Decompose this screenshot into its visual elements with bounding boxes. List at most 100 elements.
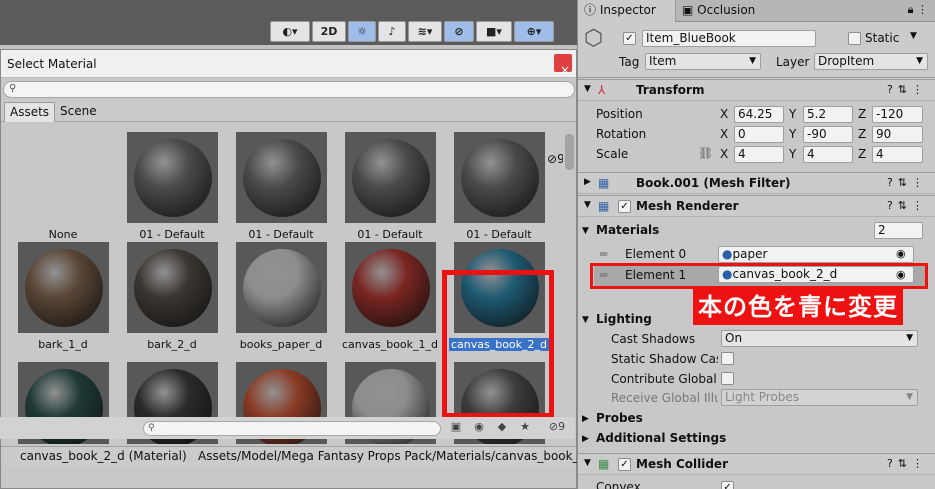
editor-root: ◐▾ 2D ☼ ♪ ≋▾ ⊘ ■▾ ⊕▾ Select Material × ⚲… bbox=[0, 0, 935, 489]
convex-checkbox[interactable]: ✓ bbox=[721, 481, 734, 489]
rotation-x-field[interactable]: 0 bbox=[734, 126, 784, 143]
rotation-x-label: X bbox=[720, 127, 729, 141]
draw-mode-button[interactable]: ◐▾ bbox=[270, 21, 310, 42]
label-filter-icon[interactable]: ◆ bbox=[493, 420, 511, 436]
static-dropdown-icon[interactable]: ▼ bbox=[910, 31, 917, 41]
panel-menu-icon[interactable]: 🔒︎ ⋮ bbox=[908, 3, 928, 17]
position-y-field[interactable]: 5.2 bbox=[803, 106, 853, 123]
foldout-open-icon: ▼ bbox=[584, 200, 591, 210]
static-shadow-label: Static Shadow Cas bbox=[611, 352, 718, 366]
eye-hidden-icon: ⊘ bbox=[454, 25, 464, 38]
tab-assets[interactable]: Assets bbox=[4, 102, 56, 122]
lighting-label: Lighting bbox=[596, 312, 652, 326]
grid-scrollbar[interactable] bbox=[563, 124, 576, 444]
foldout-closed-icon[interactable]: ▶ bbox=[582, 414, 589, 424]
static-label: Static bbox=[865, 31, 900, 45]
foldout-closed-icon[interactable]: ▶ bbox=[582, 434, 589, 444]
rotation-z-field[interactable]: 90 bbox=[872, 126, 923, 143]
contribute-gi-checkbox[interactable] bbox=[721, 372, 734, 385]
globe-icon: ⊕▾ bbox=[526, 25, 542, 38]
component-menu-icons[interactable]: ?⇅⋮ bbox=[887, 176, 928, 189]
rotation-z-label: Z bbox=[858, 127, 867, 141]
layer-dropdown[interactable]: DropItem ▼ bbox=[814, 53, 928, 70]
hidden-count-toggle[interactable]: ⊘9 bbox=[540, 420, 574, 436]
tab-inspector[interactable]: ⓘ Inspector bbox=[578, 0, 676, 22]
info-icon: ⓘ bbox=[584, 3, 600, 17]
scene-visibility-button[interactable]: ⊘ bbox=[444, 21, 474, 42]
tab-scene[interactable]: Scene bbox=[55, 102, 102, 122]
constrain-proportions-icon[interactable]: ⛓ bbox=[698, 146, 713, 160]
search-filter-icon[interactable]: ▣ bbox=[447, 420, 465, 436]
mesh-collider-title: Mesh Collider bbox=[636, 457, 728, 471]
tag-label: Tag bbox=[619, 55, 640, 69]
element0-value: paper bbox=[732, 247, 768, 261]
lightbulb-icon: ☼ bbox=[357, 25, 367, 38]
position-x-field[interactable]: 64.25 bbox=[734, 106, 784, 123]
active-checkbox[interactable]: ✓ bbox=[623, 32, 636, 45]
component-menu-icons[interactable]: ?⇅⋮ bbox=[887, 457, 928, 470]
element0-field[interactable]: ●paper bbox=[718, 246, 914, 263]
materials-count-field[interactable]: 2 bbox=[874, 222, 923, 239]
tag-dropdown[interactable]: Item ▼ bbox=[645, 53, 761, 70]
foldout-open-icon[interactable]: ▼ bbox=[582, 226, 589, 236]
scale-y-field[interactable]: 4 bbox=[803, 146, 853, 163]
receive-gi-label: Receive Global Illu bbox=[611, 391, 718, 405]
foldout-open-icon[interactable]: ▼ bbox=[582, 315, 589, 325]
mesh-filter-header[interactable]: ▶ ▦ Book.001 (Mesh Filter) ?⇅⋮ bbox=[578, 172, 935, 194]
position-z-field[interactable]: -120 bbox=[872, 106, 923, 123]
material-search-input[interactable]: ⚲ bbox=[3, 81, 575, 98]
mesh-collider-header[interactable]: ▼ ▦ ✓ Mesh Collider ?⇅⋮ bbox=[578, 453, 935, 475]
type-filter-icon[interactable]: ◉ bbox=[470, 420, 488, 436]
material-thumbnail bbox=[454, 132, 545, 223]
object-picker-icon[interactable]: ◉ bbox=[896, 247, 906, 260]
object-name-field[interactable]: Item_BlueBook bbox=[642, 30, 816, 47]
transform-icon: ⅄ bbox=[598, 83, 606, 97]
camera-icon: ■▾ bbox=[486, 25, 502, 38]
cast-shadows-dropdown[interactable]: On ▼ bbox=[721, 330, 918, 347]
dialog-titlebar: Select Material × bbox=[1, 50, 576, 78]
audio-toggle-button[interactable]: ♪ bbox=[378, 21, 406, 42]
convex-label: Convex bbox=[596, 480, 641, 489]
receive-gi-dropdown[interactable]: Light Probes ▼ bbox=[721, 389, 918, 406]
material-label-text: 01 - Default bbox=[248, 228, 314, 241]
occlusion-icon: ▣ bbox=[682, 3, 698, 17]
scrollbar-thumb[interactable] bbox=[565, 134, 574, 170]
static-shadow-checkbox[interactable] bbox=[721, 352, 734, 365]
close-icon: × bbox=[560, 63, 571, 77]
effects-button[interactable]: ≋▾ bbox=[408, 21, 442, 42]
material-label-text: 01 - Default bbox=[357, 228, 423, 241]
selected-material-highlight bbox=[442, 270, 554, 418]
material-thumbnail bbox=[18, 242, 109, 333]
material-label: 01 - Default bbox=[445, 228, 553, 242]
gameobject-header: ⬡ ✓ Item_BlueBook Static ▼ Tag Item ▼ Lay… bbox=[578, 22, 935, 78]
material-label: canvas_book_1_d bbox=[336, 338, 444, 352]
static-checkbox[interactable] bbox=[848, 32, 861, 45]
project-search-input[interactable]: ⚲ bbox=[143, 421, 441, 436]
close-button[interactable]: × bbox=[554, 54, 572, 77]
material-label-text: bark_2_d bbox=[147, 338, 197, 351]
toggle-2d-button[interactable]: 2D bbox=[312, 21, 346, 42]
camera-button[interactable]: ■▾ bbox=[476, 21, 512, 42]
material-sphere bbox=[134, 249, 212, 327]
mesh-renderer-enabled-checkbox[interactable]: ✓ bbox=[618, 200, 631, 213]
scale-x-field[interactable]: 4 bbox=[734, 146, 784, 163]
material-thumbnail bbox=[127, 242, 218, 333]
scene-view-header: ◐▾ 2D ☼ ♪ ≋▾ ⊘ ■▾ ⊕▾ bbox=[0, 0, 577, 45]
asset-scene-tabs: Assets Scene ⊘9 bbox=[1, 100, 576, 166]
mesh-renderer-header[interactable]: ▼ ▦ ✓ Mesh Renderer ?⇅⋮ bbox=[578, 195, 935, 217]
gizmos-button[interactable]: ⊕▾ bbox=[514, 21, 554, 42]
drag-handle-icon[interactable]: ═ bbox=[600, 247, 607, 261]
transform-header[interactable]: ▼ ⅄ Transform ?⇅⋮ bbox=[578, 79, 935, 101]
scale-z-field[interactable]: 4 bbox=[872, 146, 923, 163]
material-label: 01 - Default bbox=[118, 228, 226, 242]
favorite-icon[interactable]: ★ bbox=[516, 420, 534, 436]
rotation-y-field[interactable]: -90 bbox=[803, 126, 853, 143]
eye-hidden-icon: ⊘ bbox=[548, 420, 559, 433]
tag-value: Item bbox=[649, 54, 677, 68]
mesh-collider-enabled-checkbox[interactable]: ✓ bbox=[618, 458, 631, 471]
component-menu-icons[interactable]: ?⇅⋮ bbox=[887, 199, 928, 212]
lighting-toggle-button[interactable]: ☼ bbox=[348, 21, 376, 42]
tab-occlusion[interactable]: ▣ Occlusion bbox=[676, 0, 761, 22]
component-menu-icons[interactable]: ?⇅⋮ bbox=[887, 83, 928, 96]
speaker-icon: ♪ bbox=[388, 25, 396, 38]
